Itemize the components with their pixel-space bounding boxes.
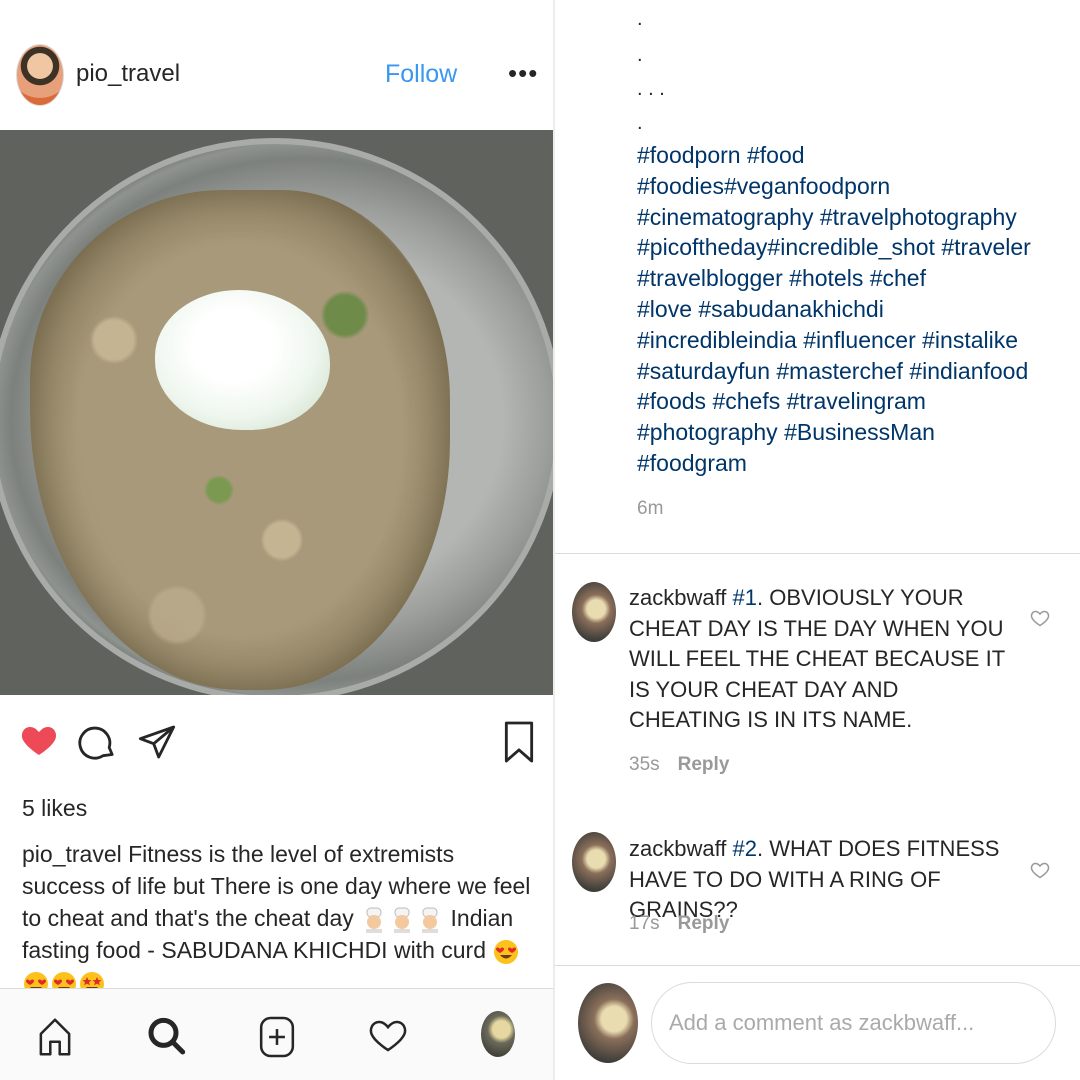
comment-meta: 17s Reply	[629, 913, 729, 935]
chef-emoji-icon	[390, 907, 414, 933]
post-actions	[0, 715, 553, 775]
author-username[interactable]: pio_travel	[76, 60, 180, 88]
section-divider	[555, 965, 1080, 966]
hashtag-line[interactable]: #picoftheday#incredible_shot #traveler	[637, 232, 1067, 263]
hashtag-line[interactable]: #foodies#veganfoodporn	[637, 171, 1067, 202]
reply-button[interactable]: Reply	[678, 754, 730, 775]
post-caption: pio_travel Fitness is the level of extre…	[22, 838, 542, 998]
comment-icon[interactable]	[78, 715, 122, 765]
comment-like-heart-icon[interactable]	[1030, 608, 1050, 628]
panel-divider	[553, 0, 555, 1080]
comment-meta: 35s Reply	[629, 754, 729, 776]
share-paper-plane-icon[interactable]	[137, 715, 181, 765]
hashtag-line[interactable]: #travelblogger #hotels #chef	[637, 263, 1067, 294]
heart-eyes-emoji-icon	[493, 939, 519, 965]
curd-shape	[155, 290, 330, 430]
follow-button[interactable]: Follow	[385, 60, 457, 89]
hashtag-block: #foodporn #food #foodies#veganfoodporn #…	[637, 140, 1067, 479]
author-avatar[interactable]	[16, 44, 64, 106]
caption-dot: .	[637, 44, 643, 66]
search-icon[interactable]	[146, 1011, 186, 1059]
chef-emoji-icon	[362, 907, 386, 933]
comment-username[interactable]: zackbwaff	[629, 836, 726, 861]
profile-avatar[interactable]	[481, 1011, 515, 1057]
comment-time: 35s	[629, 754, 660, 775]
bottom-tab-bar	[0, 988, 553, 1080]
home-icon[interactable]	[36, 1011, 76, 1059]
comment-1-text: zackbwaff #1. OBVIOUSLY YOUR CHEAT DAY I…	[629, 583, 1009, 736]
hashtag-line[interactable]: #incredibleindia #influencer #instalike	[637, 325, 1067, 356]
hashtag-line[interactable]: #foods #chefs #travelingram	[637, 386, 1067, 417]
post-header: pio_travel Follow •••	[0, 0, 553, 130]
caption-dot: .	[637, 8, 643, 30]
caption-dot: .	[637, 112, 643, 134]
comment-2-text: zackbwaff #2. WHAT DOES FITNESS HAVE TO …	[629, 834, 1009, 926]
caption-username[interactable]: pio_travel	[22, 841, 122, 867]
reply-button[interactable]: Reply	[678, 913, 730, 934]
comment-like-heart-icon[interactable]	[1030, 860, 1050, 880]
like-heart-icon[interactable]	[19, 715, 63, 765]
chef-emoji-icon	[418, 907, 442, 933]
hashtag-line[interactable]: #photography #BusinessMan	[637, 417, 1067, 448]
caption-dot: . . .	[637, 78, 665, 100]
hashtag-line[interactable]: #foodgram	[637, 448, 1067, 479]
likes-count[interactable]: 5 likes	[22, 795, 87, 822]
bookmark-icon[interactable]	[500, 715, 544, 765]
comment-hashtag[interactable]: #2	[733, 836, 757, 861]
comment-hashtag[interactable]: #1	[733, 585, 757, 610]
add-comment-input[interactable]	[651, 982, 1056, 1064]
comment-time: 17s	[629, 913, 660, 934]
section-divider	[555, 553, 1080, 554]
hashtag-line[interactable]: #foodporn #food	[637, 140, 1067, 171]
commenter-avatar[interactable]	[572, 832, 616, 892]
post-photo[interactable]	[0, 130, 553, 695]
hashtag-line[interactable]: #love #sabudanakhichdi	[637, 294, 1067, 325]
commenter-avatar[interactable]	[572, 582, 616, 642]
activity-heart-icon[interactable]	[368, 1011, 408, 1059]
hashtag-line[interactable]: #cinematography #travelphotography	[637, 202, 1067, 233]
add-post-icon[interactable]	[258, 1011, 298, 1059]
more-options-icon[interactable]: •••	[508, 58, 538, 89]
post-timestamp: 6m	[637, 498, 664, 519]
comment-username[interactable]: zackbwaff	[629, 585, 726, 610]
composer-avatar	[578, 983, 638, 1063]
post-panel: pio_travel Follow ••• 5 likes pio_travel…	[0, 0, 553, 1080]
hashtag-line[interactable]: #saturdayfun #masterchef #indianfood	[637, 356, 1067, 387]
